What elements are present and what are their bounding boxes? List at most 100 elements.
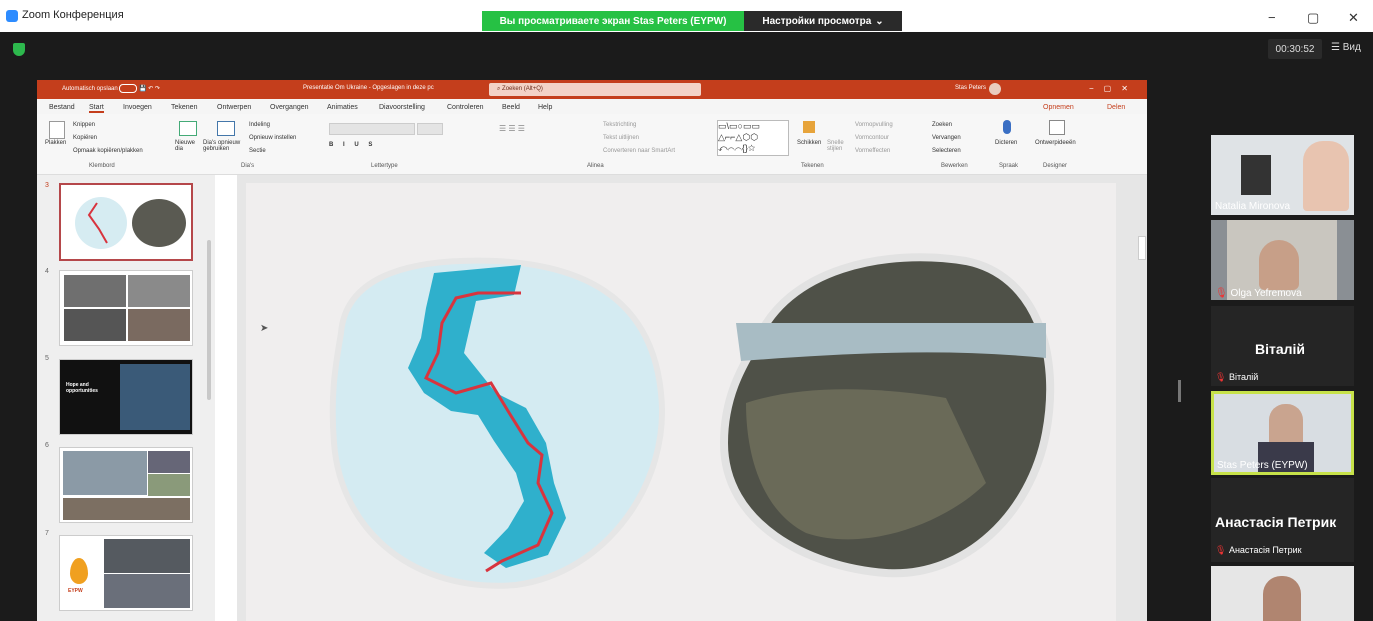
- participant-name: 🎙 Віталій: [1215, 372, 1258, 383]
- participant-name-text: Анастасія Петрик: [1228, 545, 1302, 555]
- slide-thumb-3[interactable]: [59, 183, 193, 261]
- tab-diavoorstelling[interactable]: Diavoorstelling: [379, 104, 425, 111]
- view-settings-button[interactable]: Настройки просмотра ⌄: [744, 11, 902, 31]
- participant-name: Natalia Mironova: [1215, 201, 1291, 212]
- participant-tile-active-speaker[interactable]: Stas Peters (EYPW): [1211, 391, 1354, 475]
- gallery-scroll-handle[interactable]: [1178, 380, 1181, 402]
- slide-scrollbar[interactable]: [1138, 236, 1146, 260]
- current-slide[interactable]: [246, 183, 1116, 621]
- tab-tekenen[interactable]: Tekenen: [171, 104, 197, 111]
- muted-mic-icon: 🎙: [1215, 372, 1227, 382]
- slide-thumb-7[interactable]: EYPW: [59, 535, 193, 611]
- slide-thumb-4[interactable]: [59, 270, 193, 346]
- tab-animaties[interactable]: Animaties: [327, 104, 358, 111]
- quick-styles-button[interactable]: Snelle stijlen: [827, 140, 849, 152]
- mouse-cursor-icon: ➤: [260, 323, 269, 334]
- shapes-gallery[interactable]: ▭\▭○▭▭ △⌐⌐△⬡⬡ ⤺⌒⌒{}☆: [717, 120, 789, 156]
- layout-button[interactable]: Indeling: [249, 122, 270, 128]
- maximize-button[interactable]: ▢: [1307, 10, 1319, 26]
- tab-ontwerpen[interactable]: Ontwerpen: [217, 104, 251, 111]
- list-icons[interactable]: ☰ ☰ ☰: [499, 124, 525, 133]
- replace-button[interactable]: Vervangen: [932, 135, 961, 141]
- tab-invoegen[interactable]: Invoegen: [123, 104, 152, 111]
- slide-thumb-6[interactable]: [59, 447, 193, 523]
- tab-controleren[interactable]: Controleren: [447, 104, 484, 111]
- thumb-number: 3: [45, 182, 49, 189]
- arrange-icon[interactable]: [803, 121, 815, 133]
- toggle-icon: [119, 84, 138, 93]
- font-name-input[interactable]: [329, 123, 415, 135]
- ppt-window-controls[interactable]: −▢✕: [1089, 84, 1138, 93]
- microphone-icon[interactable]: [1003, 120, 1011, 134]
- thumb-photo: [128, 275, 190, 307]
- tab-help[interactable]: Help: [538, 104, 552, 111]
- find-button[interactable]: Zoeken: [932, 122, 952, 128]
- group-spraak: Spraak: [999, 163, 1019, 169]
- avatar[interactable]: [989, 83, 1001, 95]
- paste-button[interactable]: Plakken: [45, 140, 66, 146]
- minimize-button[interactable]: −: [1268, 10, 1276, 25]
- new-slide-icon[interactable]: [179, 121, 197, 136]
- designer-icon[interactable]: [1049, 120, 1065, 135]
- participant-display-name: Віталій: [1255, 341, 1306, 357]
- smartart-button[interactable]: Converteren naar SmartArt: [603, 148, 675, 154]
- section-button[interactable]: Sectie: [249, 148, 266, 154]
- muted-mic-icon: 🎙: [1215, 288, 1228, 299]
- participant-name-text: Віталій: [1228, 372, 1259, 382]
- group-tekenen: Tekenen: [801, 163, 824, 169]
- eypw-logo-icon: [70, 558, 88, 584]
- reuse-slides-button[interactable]: Dia's opnieuw gebruiken: [203, 140, 243, 152]
- participant-tile[interactable]: Анастасія Петрик 🎙 Анастасія Петрик: [1211, 478, 1354, 562]
- shape-fill-button[interactable]: Vormopvulling: [855, 122, 893, 128]
- tab-overgangen[interactable]: Overgangen: [270, 104, 309, 111]
- tab-bestand[interactable]: Bestand: [49, 104, 75, 111]
- record-button[interactable]: Opnemen: [1043, 104, 1074, 111]
- shape-effects-button[interactable]: Vormeffecten: [855, 148, 890, 154]
- meeting-timer: 00:30:52: [1268, 39, 1322, 59]
- thumb-3-preview: [75, 197, 186, 249]
- new-slide-button[interactable]: Nieuwe dia: [175, 140, 201, 152]
- tab-start[interactable]: Start: [89, 104, 104, 113]
- participant-tile[interactable]: [1211, 566, 1354, 621]
- view-button[interactable]: ☰ Вид: [1331, 42, 1361, 53]
- font-format-icons[interactable]: B I U S: [329, 142, 376, 148]
- thumb-number: 6: [45, 442, 49, 449]
- arrange-button[interactable]: Schikken: [797, 140, 821, 146]
- cut-button[interactable]: Knippen: [73, 122, 95, 128]
- group-alinea: Alinea: [587, 163, 604, 169]
- tab-beeld[interactable]: Beeld: [502, 104, 520, 111]
- shape-outline-button[interactable]: Vormcontour: [855, 135, 889, 141]
- format-painter-button[interactable]: Opmaak kopiëren/plakken: [73, 148, 143, 154]
- paste-icon[interactable]: [49, 121, 65, 139]
- thumb-photo: [63, 451, 147, 495]
- dictate-button[interactable]: Dicteren: [995, 140, 1017, 146]
- reset-button[interactable]: Opnieuw instellen: [249, 135, 296, 141]
- participant-name: 🎙 Olga Yefremova: [1215, 288, 1302, 299]
- security-shield-icon[interactable]: [13, 43, 25, 56]
- participant-video: [1259, 240, 1299, 290]
- text-direction-button[interactable]: Tekstrichting: [603, 122, 636, 128]
- participant-name: Stas Peters (EYPW): [1217, 460, 1308, 471]
- thumbs-scrollbar[interactable]: [207, 240, 211, 400]
- share-button[interactable]: Delen: [1107, 104, 1125, 111]
- select-button[interactable]: Selecteren: [932, 148, 961, 154]
- muted-mic-icon: 🎙: [1215, 545, 1227, 555]
- autosave-toggle[interactable]: Automatisch opslaan 💾 ↶ ↷: [62, 84, 160, 93]
- reuse-slides-icon[interactable]: [217, 121, 235, 136]
- participant-name: 🎙 Анастасія Петрик: [1215, 545, 1302, 556]
- group-dias: Dia's: [241, 163, 255, 169]
- participant-tile[interactable]: Віталій 🎙 Віталій: [1211, 306, 1354, 386]
- thumb-number: 7: [45, 530, 49, 537]
- slide-thumb-5[interactable]: Hope and opportunities: [59, 359, 193, 435]
- view-label: Вид: [1342, 42, 1361, 53]
- copy-button[interactable]: Kopiëren: [73, 135, 97, 141]
- group-designer: Designer: [1043, 163, 1068, 169]
- ppt-user-name: Stas Peters: [955, 85, 987, 91]
- participant-tile[interactable]: 🎙 Olga Yefremova: [1211, 220, 1354, 300]
- font-size-input[interactable]: [417, 123, 443, 135]
- close-button[interactable]: ✕: [1348, 10, 1359, 26]
- ppt-search-box[interactable]: ⌕ Zoeken (Alt+Q): [489, 83, 701, 96]
- align-text-button[interactable]: Tekst uitlijnen: [603, 135, 639, 141]
- design-ideas-button[interactable]: Ontwerpideeën: [1035, 140, 1076, 146]
- participant-tile[interactable]: Natalia Mironova: [1211, 135, 1354, 215]
